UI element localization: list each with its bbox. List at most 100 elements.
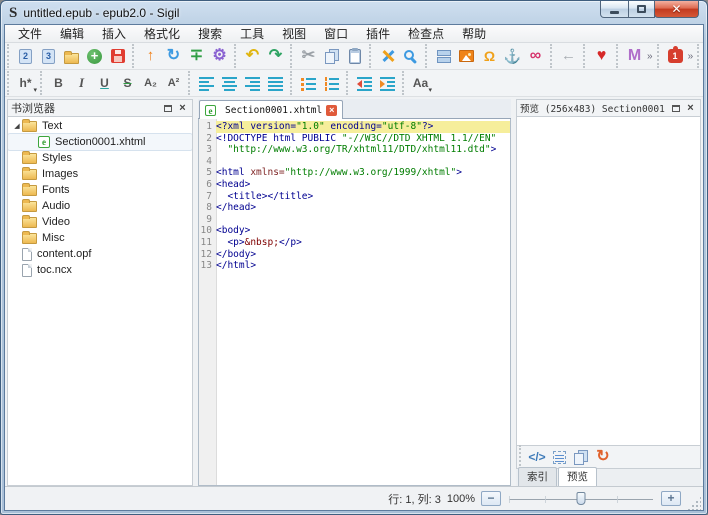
- back-button[interactable]: ←: [557, 45, 580, 68]
- code-line[interactable]: 7 <title></title>: [199, 191, 510, 203]
- float-panel-button[interactable]: [161, 102, 174, 115]
- underline-button[interactable]: U: [93, 72, 116, 95]
- plugin-blue-button[interactable]: 6: [704, 45, 708, 68]
- close-button[interactable]: ✕: [654, 1, 699, 18]
- tree-item-misc[interactable]: Misc: [8, 230, 192, 246]
- insert-id-anchor-button[interactable]: ⚓: [501, 45, 524, 68]
- new-epub3-button[interactable]: 3: [37, 45, 60, 68]
- overflow-chevron-icon[interactable]: »: [647, 51, 653, 62]
- menu-item[interactable]: 检查点: [399, 24, 453, 43]
- code-line[interactable]: 4: [199, 156, 510, 168]
- menu-item[interactable]: 编辑: [51, 24, 93, 43]
- code-line[interactable]: 6<head>: [199, 179, 510, 191]
- special-character-button[interactable]: Ω: [478, 45, 501, 68]
- code-line[interactable]: 1<?xml version="1.0" encoding="utf-8"?>: [199, 121, 510, 133]
- plugin-red-button[interactable]: 1: [664, 45, 687, 68]
- outdent-button[interactable]: [353, 72, 376, 95]
- zoom-in-button[interactable]: +: [661, 491, 681, 506]
- code-line[interactable]: 10<body>: [199, 225, 510, 237]
- tree-item-toc-ncx[interactable]: toc.ncx: [8, 262, 192, 278]
- expanded-triangle-icon[interactable]: ◢: [12, 122, 22, 130]
- close-panel-button[interactable]: ×: [684, 102, 697, 115]
- code-line[interactable]: 9: [199, 214, 510, 226]
- code-line[interactable]: 3 "http://www.w3.org/TR/xhtml11/DTD/xhtm…: [199, 144, 510, 156]
- code-line[interactable]: 8</head>: [199, 202, 510, 214]
- delete-button[interactable]: [376, 45, 399, 68]
- paste-button[interactable]: [343, 45, 366, 68]
- menu-item[interactable]: 搜索: [189, 24, 231, 43]
- tree-item-content-opf[interactable]: content.opf: [8, 246, 192, 262]
- refresh-preview-button[interactable]: ↻: [592, 447, 614, 468]
- tree-item-section0001-xhtml[interactable]: eSection0001.xhtml: [8, 134, 192, 150]
- zoom-out-button[interactable]: −: [481, 491, 501, 506]
- align-left-button[interactable]: [195, 72, 218, 95]
- menu-item[interactable]: 工具: [231, 24, 273, 43]
- tab-close-icon[interactable]: ×: [326, 105, 337, 116]
- minimize-button[interactable]: [600, 1, 629, 18]
- editor-tab[interactable]: e Section0001.xhtml ×: [199, 100, 343, 119]
- menu-item[interactable]: 文件: [9, 24, 51, 43]
- indent-button[interactable]: [376, 72, 399, 95]
- superscript-button[interactable]: A²: [162, 72, 185, 95]
- tree-item-fonts[interactable]: Fonts: [8, 182, 192, 198]
- copy-selection-button[interactable]: [570, 447, 592, 468]
- preview-bottom-tab[interactable]: 预览: [558, 467, 597, 486]
- numbered-list-button[interactable]: [320, 72, 343, 95]
- menu-item[interactable]: 插件: [357, 24, 399, 43]
- code-line[interactable]: 11 <p>&nbsp;</p>: [199, 237, 510, 249]
- code-line[interactable]: 5<html xmlns="http://www.w3.org/1999/xht…: [199, 167, 510, 179]
- code-editor[interactable]: 1<?xml version="1.0" encoding="utf-8"?>2…: [198, 119, 511, 486]
- undo-button[interactable]: ↶: [241, 45, 264, 68]
- bold-button[interactable]: B: [47, 72, 70, 95]
- donate-heart-button[interactable]: ♥: [590, 45, 613, 68]
- maximize-button[interactable]: [628, 1, 655, 18]
- code-line[interactable]: 2<!DOCTYPE html PUBLIC "-//W3C//DTD XHTM…: [199, 133, 510, 145]
- change-case-button[interactable]: Aa▾: [409, 72, 432, 95]
- checkpoint-restore-button[interactable]: ↻: [162, 45, 185, 68]
- insert-image-button[interactable]: [455, 45, 478, 68]
- subscript-button[interactable]: A₂: [139, 72, 162, 95]
- cut-button[interactable]: ✂: [297, 45, 320, 68]
- align-justify-button[interactable]: [264, 72, 287, 95]
- menu-item[interactable]: 插入: [93, 24, 135, 43]
- mathml-button[interactable]: M: [623, 45, 646, 68]
- menu-item[interactable]: 帮助: [453, 24, 495, 43]
- code-line[interactable]: 12</body>: [199, 249, 510, 261]
- align-center-button[interactable]: [218, 72, 241, 95]
- find-button[interactable]: [399, 45, 422, 68]
- add-existing-file-button[interactable]: [83, 45, 106, 68]
- checkpoint-diff-button[interactable]: ∓: [185, 45, 208, 68]
- redo-button[interactable]: ↷: [264, 45, 287, 68]
- close-panel-button[interactable]: ×: [176, 102, 189, 115]
- book-tree[interactable]: ◢TexteSection0001.xhtmlStylesImagesFonts…: [7, 116, 193, 486]
- menu-item[interactable]: 窗口: [315, 24, 357, 43]
- menu-item[interactable]: 视图: [273, 24, 315, 43]
- text-lines-button[interactable]: [548, 447, 570, 468]
- heading-style-button[interactable]: h*▾: [14, 72, 37, 95]
- tree-item-text[interactable]: ◢Text: [8, 118, 192, 134]
- code-line[interactable]: 13</html>: [199, 260, 510, 272]
- new-epub2-button[interactable]: 2: [14, 45, 37, 68]
- inspect-code-button[interactable]: </>: [526, 447, 548, 468]
- strikethrough-button[interactable]: S: [116, 72, 139, 95]
- italic-button[interactable]: I: [70, 72, 93, 95]
- zoom-slider-handle[interactable]: [577, 492, 586, 505]
- menu-item[interactable]: 格式化: [135, 24, 189, 43]
- align-right-button[interactable]: [241, 72, 264, 95]
- zoom-slider[interactable]: [507, 491, 655, 507]
- open-folder-button[interactable]: [60, 45, 83, 68]
- checkpoint-commit-button[interactable]: ↑: [139, 45, 162, 68]
- float-panel-button[interactable]: [669, 102, 682, 115]
- insert-link-button[interactable]: ∞: [524, 45, 547, 68]
- tree-item-video[interactable]: Video: [8, 214, 192, 230]
- checkpoint-settings-button[interactable]: ⚙: [208, 45, 231, 68]
- tree-item-images[interactable]: Images: [8, 166, 192, 182]
- bullet-list-button[interactable]: [297, 72, 320, 95]
- save-button[interactable]: [106, 45, 129, 68]
- tree-item-audio[interactable]: Audio: [8, 198, 192, 214]
- split-at-cursor-button[interactable]: [432, 45, 455, 68]
- overflow-chevron-icon[interactable]: »: [688, 51, 694, 62]
- resize-grip-icon[interactable]: [687, 496, 701, 510]
- copy-button[interactable]: [320, 45, 343, 68]
- preview-bottom-tab[interactable]: 索引: [518, 467, 557, 486]
